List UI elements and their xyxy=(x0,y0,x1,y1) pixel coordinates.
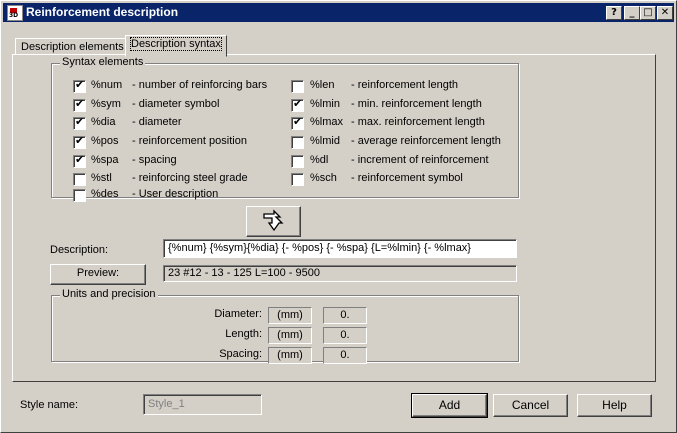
tab-panel: Syntax elements %num - number of reinforc… xyxy=(12,54,656,382)
checkbox-dia[interactable] xyxy=(73,115,86,130)
syntax-code: %lmid xyxy=(310,135,340,147)
unit-box: (mm) xyxy=(268,327,312,344)
syntax-description: - average reinforcement length xyxy=(351,135,501,147)
help-title-button[interactable]: ? xyxy=(606,6,622,20)
app-icon xyxy=(7,5,23,21)
unit-box: (mm) xyxy=(268,347,312,364)
unit-row-label: Diameter: xyxy=(214,308,262,320)
checkbox-dl[interactable] xyxy=(291,155,304,168)
checkbox-lmin[interactable] xyxy=(291,97,304,112)
tab-label: Description syntax xyxy=(130,37,222,51)
syntax-description: - diameter symbol xyxy=(132,98,220,110)
style-name-label: Style name: xyxy=(20,399,79,411)
close-button[interactable]: ✕ xyxy=(657,6,673,20)
syntax-code: %num xyxy=(91,79,123,91)
checkbox-pos[interactable] xyxy=(73,134,86,149)
arrow-down-right-icon xyxy=(262,209,284,232)
syntax-code: %stl xyxy=(91,172,112,184)
precision-field[interactable]: 0. xyxy=(323,327,367,344)
style-name-input[interactable]: Style_1 xyxy=(143,394,262,415)
syntax-code: %len xyxy=(310,79,335,91)
syntax-description: - diameter xyxy=(132,116,182,128)
syntax-code: %pos xyxy=(91,135,119,147)
tab-label: Description elements xyxy=(21,41,124,53)
syntax-description: - reinforcement symbol xyxy=(351,172,463,184)
title-bar[interactable]: Reinforcement description ? _ □ ✕ xyxy=(3,3,674,22)
minimize-button[interactable]: _ xyxy=(624,6,640,20)
description-label: Description: xyxy=(50,244,109,256)
group-legend: Units and precision xyxy=(60,288,158,300)
syntax-code: %dl xyxy=(310,154,329,166)
add-button[interactable]: Add xyxy=(411,393,488,418)
syntax-code: %lmin xyxy=(310,98,340,110)
preview-output: 23 #12 - 13 - 125 L=100 - 9500 xyxy=(163,265,517,282)
checkbox-lmid[interactable] xyxy=(291,136,304,149)
syntax-code: %dia xyxy=(91,116,116,128)
dialog-window: Reinforcement description ? _ □ ✕ Descri… xyxy=(0,0,677,433)
description-input[interactable]: {%num} {%sym}{%dia} {- %pos} {- %spa} {L… xyxy=(163,239,517,258)
checkbox-num[interactable] xyxy=(73,78,86,93)
syntax-elements-group: Syntax elements %num - number of reinforc… xyxy=(51,56,519,202)
precision-field[interactable]: 0. xyxy=(323,307,367,324)
checkbox-sym[interactable] xyxy=(73,97,86,112)
group-legend: Syntax elements xyxy=(60,56,146,68)
tab-description-syntax[interactable]: Description syntax xyxy=(125,35,227,57)
checkbox-des[interactable] xyxy=(73,189,86,202)
checkbox-lmax[interactable] xyxy=(291,115,304,130)
preview-button[interactable]: Preview: xyxy=(50,264,146,285)
cancel-button[interactable]: Cancel xyxy=(493,394,568,417)
checkbox-stl[interactable] xyxy=(73,173,86,186)
precision-field[interactable]: 0. xyxy=(323,347,367,364)
units-precision-group: Units and precision Diameter: (mm) 0. Lengt… xyxy=(51,288,519,364)
syntax-description: - number of reinforcing bars xyxy=(132,79,268,91)
help-button[interactable]: Help xyxy=(577,394,652,417)
syntax-description: - min. reinforcement length xyxy=(351,98,482,110)
syntax-code: %sym xyxy=(91,98,121,110)
checkbox-sch[interactable] xyxy=(291,173,304,186)
syntax-code: %lmax xyxy=(310,116,344,128)
syntax-code: %des xyxy=(91,188,119,200)
window-title: Reinforcement description xyxy=(26,5,179,19)
insert-syntax-button[interactable] xyxy=(246,206,301,237)
syntax-code: %spa xyxy=(91,154,119,166)
syntax-description: - reinforcement position xyxy=(132,135,247,147)
unit-box: (mm) xyxy=(268,307,312,324)
maximize-button[interactable]: □ xyxy=(640,6,656,20)
syntax-description: - User description xyxy=(132,188,219,200)
syntax-code: %sch xyxy=(310,172,337,184)
unit-row-label: Spacing: xyxy=(219,348,262,360)
checkbox-len[interactable] xyxy=(291,80,304,93)
syntax-description: - increment of reinforcement xyxy=(351,154,489,166)
syntax-description: - spacing xyxy=(132,154,177,166)
syntax-description: - reinforcing steel grade xyxy=(132,172,248,184)
syntax-description: - reinforcement length xyxy=(351,79,458,91)
syntax-description: - max. reinforcement length xyxy=(351,116,485,128)
checkbox-spa[interactable] xyxy=(73,153,86,168)
unit-row-label: Length: xyxy=(225,328,262,340)
